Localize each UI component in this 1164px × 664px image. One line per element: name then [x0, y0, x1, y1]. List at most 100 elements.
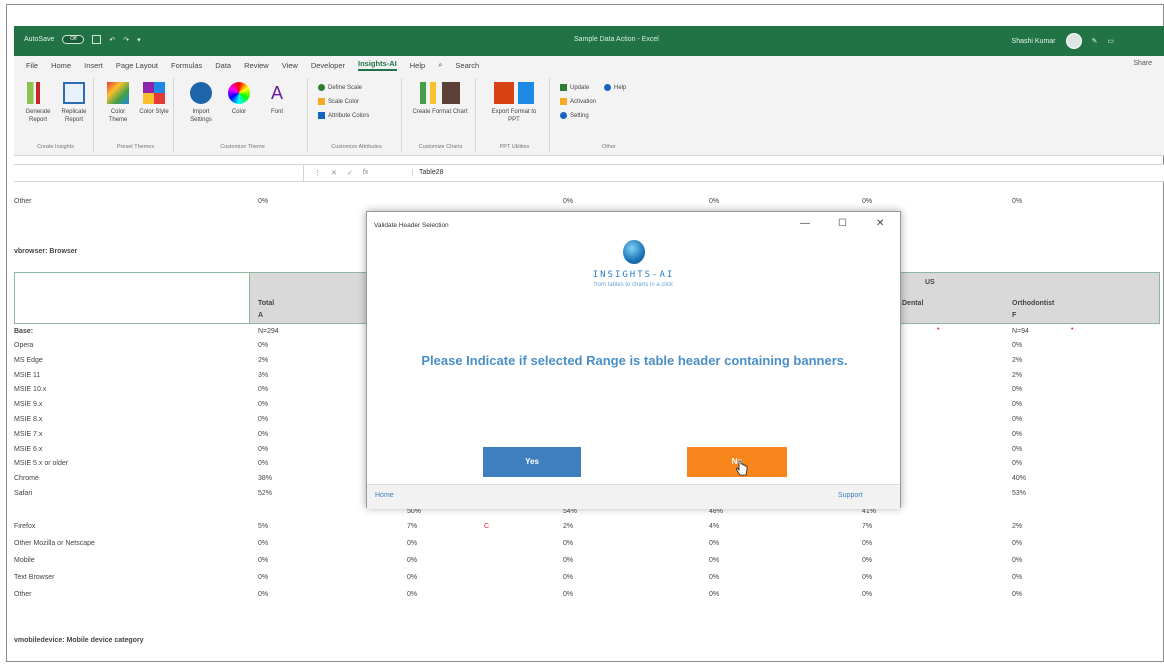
create-format-chart-button[interactable]: Create Format Chart — [412, 82, 468, 116]
setting-button[interactable]: Setting — [560, 112, 589, 119]
support-link[interactable]: Support — [838, 492, 863, 499]
update-button[interactable]: Update — [560, 84, 589, 91]
table-cell[interactable]: 52% — [258, 490, 272, 497]
table-cell[interactable]: 0% — [1012, 386, 1022, 393]
table-cell[interactable]: 0% — [258, 460, 268, 467]
header-total[interactable]: Total — [258, 300, 274, 307]
table-cell[interactable]: 53% — [1012, 490, 1026, 497]
table-cell[interactable]: 0% — [862, 591, 872, 598]
table-cell[interactable]: MSIE 10.x — [14, 386, 46, 393]
minimize-icon[interactable]: — — [800, 218, 810, 229]
row-label[interactable]: Text Browser — [14, 574, 54, 581]
table-cell[interactable]: MSIE 11 — [14, 372, 40, 379]
enter-icon[interactable]: ✓ — [347, 169, 353, 177]
table-cell[interactable]: 0% — [1012, 574, 1022, 581]
table-cell[interactable]: Opera — [14, 342, 33, 349]
ribbon-display-icon[interactable]: ▭ — [1107, 37, 1114, 45]
header-us[interactable]: US — [925, 279, 935, 286]
base-total[interactable]: N=294 — [258, 328, 279, 335]
generate-report-button[interactable]: Generate Report — [22, 82, 54, 124]
save-icon[interactable] — [92, 35, 102, 44]
formula-input[interactable]: Table28 — [412, 169, 444, 176]
table-cell[interactable]: 4% — [709, 523, 719, 530]
base-label[interactable]: Base: — [14, 328, 33, 335]
table-cell[interactable]: 0% — [563, 557, 573, 564]
table-cell[interactable]: 2% — [563, 523, 573, 530]
header-dental[interactable]: Dental — [902, 300, 923, 307]
row-label[interactable]: Firefox — [14, 523, 35, 530]
cell[interactable]: 0% — [563, 198, 573, 205]
base-ortho[interactable]: N=94 — [1012, 328, 1029, 335]
color-style-button[interactable]: Color Style — [138, 82, 170, 116]
header-ortho[interactable]: Orthodontist — [1012, 300, 1054, 307]
table-cell[interactable]: Safari — [14, 490, 32, 497]
table-cell[interactable]: 0% — [1012, 416, 1022, 423]
table-cell[interactable]: 0% — [1012, 446, 1022, 453]
table-cell[interactable]: MSIE 5.x or older — [14, 460, 68, 467]
tab-data[interactable]: Data — [215, 61, 231, 70]
pen-icon[interactable]: ✎ — [1092, 37, 1098, 45]
user-name[interactable]: Shashi Kumar — [1012, 38, 1056, 45]
customize-qat-icon[interactable]: ▾ — [137, 36, 141, 44]
import-settings-button[interactable]: Import Settings — [184, 82, 218, 124]
name-box[interactable] — [14, 165, 304, 181]
tab-insights-ai[interactable]: Insights-AI — [358, 59, 397, 71]
table-cell[interactable]: 5% — [258, 523, 268, 530]
table-cell[interactable]: 0% — [563, 540, 573, 547]
table-header-stub[interactable] — [14, 272, 250, 324]
tab-formulas[interactable]: Formulas — [171, 61, 202, 70]
color-button[interactable]: Color — [224, 82, 254, 116]
table-cell[interactable]: 0% — [709, 574, 719, 581]
cancel-icon[interactable]: ✕ — [331, 169, 337, 177]
table-cell[interactable]: 0% — [258, 446, 268, 453]
table-cell[interactable]: 0% — [862, 574, 872, 581]
table-cell[interactable]: 0% — [1012, 401, 1022, 408]
table-cell[interactable]: MSIE 6.x — [14, 446, 42, 453]
function-icon[interactable]: fx — [363, 169, 368, 177]
table-cell[interactable]: 0% — [258, 401, 268, 408]
table-cell[interactable]: 0% — [709, 591, 719, 598]
tab-developer[interactable]: Developer — [311, 61, 345, 70]
table-cell[interactable]: MSIE 7.x — [14, 431, 42, 438]
table-cell[interactable]: 7% — [862, 523, 872, 530]
table-cell[interactable]: MSIE 9.x — [14, 401, 42, 408]
table-cell[interactable]: 0% — [258, 431, 268, 438]
table-cell[interactable]: 7% — [407, 523, 417, 530]
row-label[interactable]: Mobile — [14, 557, 35, 564]
undo-icon[interactable]: ↶ — [109, 36, 115, 44]
attribute-colors-button[interactable]: Attribute Colors — [318, 112, 369, 119]
cell[interactable]: 54% — [563, 508, 577, 515]
table-cell[interactable]: 0% — [1012, 540, 1022, 547]
tab-home[interactable]: Home — [51, 61, 71, 70]
row-label[interactable]: Other Mozilla or Netscape — [14, 540, 95, 547]
table-cell[interactable]: 0% — [709, 557, 719, 564]
table-cell[interactable]: 0% — [407, 574, 417, 581]
table-cell[interactable]: 3% — [258, 372, 268, 379]
cell[interactable]: 0% — [258, 198, 268, 205]
table-cell[interactable]: 0% — [563, 591, 573, 598]
color-theme-button[interactable]: Color Theme — [102, 82, 134, 124]
tab-review[interactable]: Review — [244, 61, 269, 70]
maximize-icon[interactable]: ☐ — [838, 218, 847, 229]
avatar[interactable] — [1065, 33, 1082, 49]
autosave-toggle[interactable]: Off — [62, 35, 85, 44]
table-cell[interactable]: 0% — [1012, 460, 1022, 467]
table-cell[interactable]: 0% — [709, 540, 719, 547]
cell[interactable]: 0% — [1012, 198, 1022, 205]
define-scale-button[interactable]: Define Scale — [318, 84, 362, 91]
search-icon[interactable]: ⌕ — [438, 60, 442, 70]
table-cell[interactable]: 0% — [1012, 557, 1022, 564]
table-cell[interactable]: 0% — [258, 416, 268, 423]
table-cell[interactable]: 0% — [258, 591, 268, 598]
table-cell[interactable]: 0% — [862, 557, 872, 564]
table-cell[interactable]: 0% — [1012, 342, 1022, 349]
header-total-letter[interactable]: A — [258, 312, 263, 319]
table-cell[interactable]: 38% — [258, 475, 272, 482]
home-link[interactable]: Home — [375, 492, 394, 499]
table-cell[interactable]: MSIE 8.x — [14, 416, 42, 423]
header-ortho-letter[interactable]: F — [1012, 312, 1016, 319]
cell[interactable]: 41% — [862, 508, 876, 515]
table-cell[interactable]: 0% — [1012, 431, 1022, 438]
table-cell[interactable]: 2% — [258, 357, 268, 364]
scale-color-button[interactable]: Scale Color — [318, 98, 359, 105]
